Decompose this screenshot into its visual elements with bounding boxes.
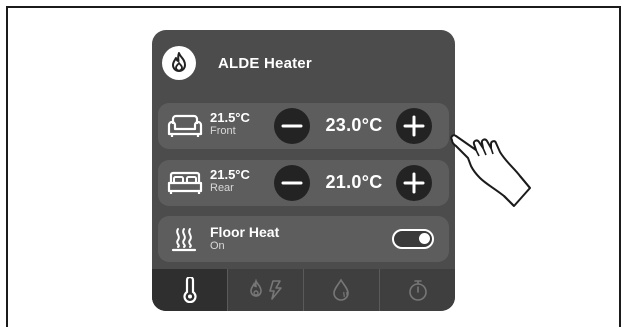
current-temp: 21.5°C [210, 167, 250, 182]
increase-temp-button[interactable] [396, 165, 432, 201]
tab-hot-water[interactable] [304, 269, 379, 311]
toggle-knob [419, 233, 430, 244]
floor-heat-icon [166, 225, 204, 253]
increase-temp-button[interactable] [396, 108, 432, 144]
tab-temperature[interactable] [152, 269, 227, 311]
bed-icon [166, 169, 204, 197]
floor-heat-toggle[interactable] [392, 229, 434, 249]
tab-energy-source[interactable] [228, 269, 303, 311]
thermometer-icon [182, 277, 197, 303]
header: ALDE Heater [152, 30, 455, 96]
zone-row-front: 21.5°C Front 23.0°C [158, 103, 449, 149]
app-title: ALDE Heater [218, 55, 312, 72]
flame-logo-icon [162, 46, 196, 80]
zone-label: Front [210, 125, 236, 137]
floor-heat-row[interactable]: Floor Heat On [158, 216, 449, 262]
floor-heat-state: On [210, 240, 225, 252]
sofa-icon [166, 112, 204, 140]
set-temp: 23.0°C [325, 115, 383, 135]
decrease-temp-button[interactable] [274, 165, 310, 201]
set-temp: 21.0°C [325, 172, 383, 192]
hot-water-icon [332, 278, 349, 301]
tab-bar [152, 269, 455, 311]
zone-label: Rear [210, 182, 234, 194]
pointing-hand-icon [450, 134, 531, 207]
floor-heat-label: Floor Heat [210, 224, 280, 240]
tab-timer[interactable] [380, 269, 455, 311]
gas-electric-icon [249, 278, 282, 300]
timer-icon [408, 280, 427, 301]
heater-panel: ALDE Heater 21.5°C Front 23.0°C 21.5°C R… [152, 30, 455, 311]
decrease-temp-button[interactable] [274, 108, 310, 144]
current-temp: 21.5°C [210, 110, 250, 125]
zone-row-rear: 21.5°C Rear 21.0°C [158, 160, 449, 206]
